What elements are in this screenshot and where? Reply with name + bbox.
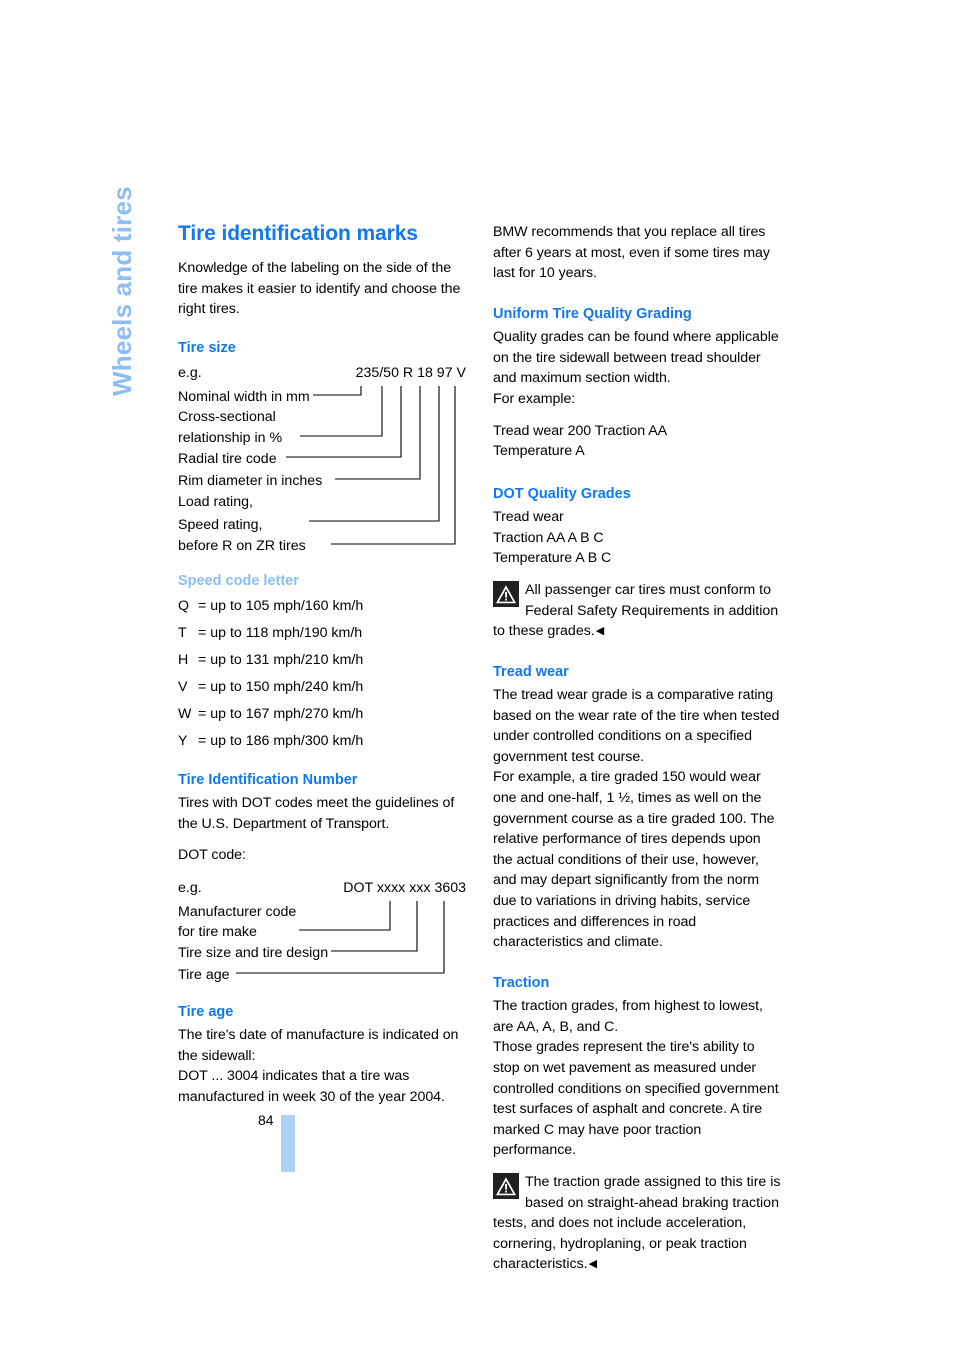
heading-tire-size: Tire size <box>178 339 236 356</box>
left-column: Tire identification marks Knowledge of t… <box>178 222 466 1108</box>
callout-speed-rating-line2: before R on ZR tires <box>178 537 306 554</box>
speed-code-value: = up to 150 mph/240 km/h <box>198 678 364 695</box>
speed-code-value: = up to 186 mph/300 km/h <box>198 732 364 749</box>
callout-cross-sectional-line1: Cross-sectional <box>178 409 276 426</box>
warning-icon <box>493 580 519 607</box>
tread-wear-paragraph-2: For example, a tire graded 150 would wea… <box>493 769 775 951</box>
dot-grade-temperature: Temperature A B C <box>493 550 612 567</box>
heading-traction: Traction <box>493 974 550 991</box>
speed-code-row: Q = up to 105 mph/160 km/h <box>178 595 466 617</box>
speed-code-letter: V <box>178 678 188 695</box>
dot-code-label: DOT code: <box>178 847 246 864</box>
uniform-example-line1: Tread wear 200 Traction AA <box>493 422 668 439</box>
page-number: 84 <box>258 1112 274 1128</box>
speed-code-row: Y = up to 186 mph/300 km/h <box>178 730 466 752</box>
tire-age-paragraph: The tire's date of manufacture is indica… <box>178 1027 459 1106</box>
speed-code-value: = up to 167 mph/270 km/h <box>198 705 364 722</box>
chapter-tab: Wheels and tires <box>102 76 142 396</box>
page-title: Tire identification marks <box>178 222 418 245</box>
speed-code-value: = up to 105 mph/160 km/h <box>198 597 364 614</box>
callout-cross-sectional: Cross-sectional relationship in % <box>178 407 286 449</box>
callout-nominal-width-label: Nominal width in mm <box>178 389 310 406</box>
callout-speed-rating: Speed rating, before R on ZR tires <box>178 515 309 557</box>
tin-paragraph: Tires with DOT codes meet the guidelines… <box>178 795 455 832</box>
speed-code-letter: W <box>178 705 192 722</box>
heading-uniform-tire-quality-grading: Uniform Tire Quality Grading <box>493 305 692 322</box>
callout-manufacturer-code-line2: for tire make <box>178 924 257 941</box>
callout-tire-age: Tire age <box>178 964 233 986</box>
intro-paragraph: Knowledge of the labeling on the side of… <box>178 260 461 318</box>
dot-grades-list: Tread wear Traction AA A B C Temperature… <box>493 507 781 569</box>
callout-rim-diameter-label: Rim diameter in inches <box>178 473 323 490</box>
callout-radial-code: Radial tire code <box>178 449 280 470</box>
callout-tire-size-design-label: Tire size and tire design <box>178 944 329 961</box>
chapter-tab-label: Wheels and tires <box>107 186 137 396</box>
callout-radial-code-label: Radial tire code <box>178 451 277 468</box>
callout-nominal-width: Nominal width in mm <box>178 387 313 408</box>
speed-code-value: = up to 118 mph/190 km/h <box>198 624 363 641</box>
traction-warning-note: The traction grade assigned to this tire… <box>493 1172 781 1275</box>
callout-manufacturer-code-line1: Manufacturer code <box>178 903 297 920</box>
heading-speed-code-letter: Speed code letter <box>178 573 299 590</box>
speed-code-row: T = up to 118 mph/190 km/h <box>178 622 466 644</box>
speed-code-letter: Q <box>178 597 190 614</box>
right-column: BMW recommends that you replace all tire… <box>493 222 781 1275</box>
bmw-recommendation-paragraph: BMW recommends that you replace all tire… <box>493 224 770 282</box>
traction-warning-text: The traction grade assigned to this tire… <box>493 1173 781 1273</box>
speed-code-letter: T <box>178 624 187 641</box>
traction-paragraph-2: Those grades represent the tire's abilit… <box>493 1039 779 1159</box>
dot-grades-warning-text: All passenger car tires must conform to … <box>493 581 779 640</box>
dot-grade-tread-wear: Tread wear <box>493 509 564 526</box>
callout-rim-diameter: Rim diameter in inches <box>178 471 326 492</box>
callout-tire-size-design: Tire size and tire design <box>178 942 332 964</box>
callout-tire-age-label: Tire age <box>178 966 230 983</box>
dot-grades-end-mark: ◀ <box>595 625 605 638</box>
manual-page: Wheels and tires Tire identification mar… <box>0 0 954 1351</box>
callout-cross-sectional-line2: relationship in % <box>178 429 283 446</box>
uniform-grading-example: Tread wear 200 Traction AA Temperature A <box>493 421 781 462</box>
dot-grade-traction: Traction AA A B C <box>493 529 604 546</box>
uniform-example-line2: Temperature A <box>493 443 585 460</box>
warning-icon <box>493 1172 519 1199</box>
speed-code-letter: Y <box>178 732 188 749</box>
speed-code-letter: H <box>178 651 189 668</box>
heading-tread-wear: Tread wear <box>493 663 569 680</box>
speed-code-row: H = up to 131 mph/210 km/h <box>178 649 466 671</box>
callout-manufacturer-code: Manufacturer code for tire make <box>178 901 300 944</box>
dot-grades-warning-note: All passenger car tires must conform to … <box>493 580 781 642</box>
heading-dot-quality-grades: DOT Quality Grades <box>493 485 631 502</box>
callout-speed-rating-line1: Speed rating, <box>178 517 263 534</box>
speed-code-value: = up to 131 mph/210 km/h <box>198 651 364 668</box>
page-marker-bar <box>281 1115 295 1172</box>
heading-tire-age: Tire age <box>178 1003 234 1020</box>
callout-load-rating-line1: Load rating, <box>178 494 253 511</box>
tire-size-diagram: e.g. 235/50 R 18 97 V Nominal width in m… <box>178 363 466 557</box>
traction-end-mark: ◀ <box>588 1258 598 1271</box>
traction-paragraph-1: The traction grades, from highest to low… <box>493 998 763 1035</box>
tread-wear-paragraph-1: The tread wear grade is a comparative ra… <box>493 687 780 765</box>
speed-code-list: Q = up to 105 mph/160 km/h T = up to 118… <box>178 595 466 752</box>
uniform-grading-paragraph: Quality grades can be found where applic… <box>493 329 779 407</box>
dot-code-diagram: e.g. DOT xxxx xxx 3603 Manufacturer code… <box>178 878 466 986</box>
speed-code-row: V = up to 150 mph/240 km/h <box>178 676 466 698</box>
heading-tire-identification-number: Tire Identification Number <box>178 771 358 788</box>
speed-code-row: W = up to 167 mph/270 km/h <box>178 703 466 725</box>
